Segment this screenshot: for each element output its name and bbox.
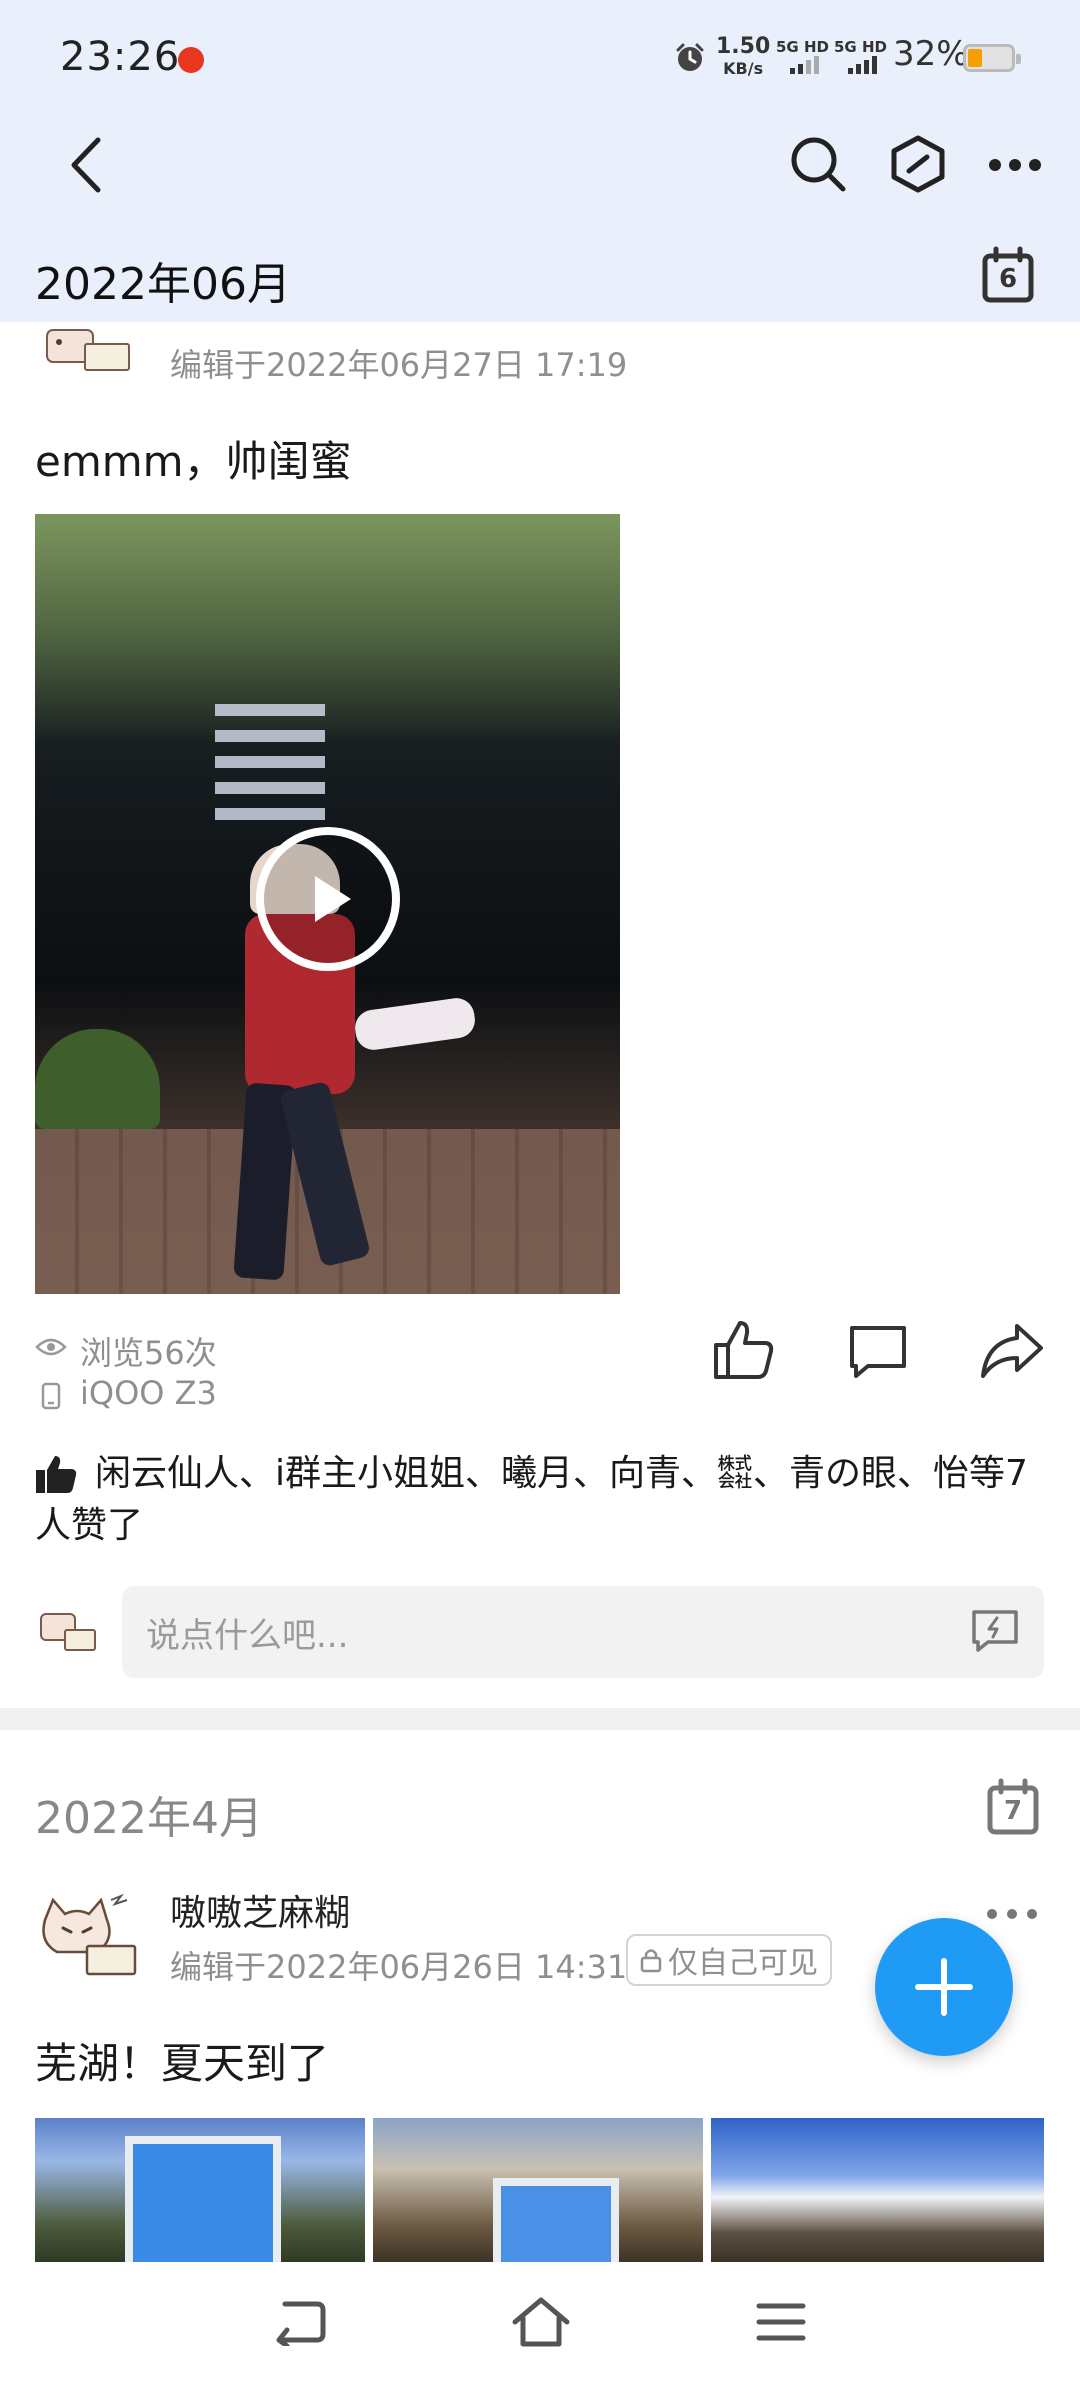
sim1-signal: 5G HD: [776, 38, 829, 78]
notification-icon: [178, 47, 204, 73]
section-calendar-button[interactable]: 7: [985, 1778, 1041, 1836]
search-icon: [791, 137, 846, 192]
section-month-title: 2022年4月: [35, 1793, 263, 1844]
return-icon: [276, 2301, 326, 2346]
menu-icon: [756, 2303, 806, 2341]
net-speed: 1.50 KB/s: [716, 36, 770, 80]
add-post-button[interactable]: [875, 1918, 1013, 2056]
comment-button[interactable]: [842, 1318, 914, 1384]
nav-back-button[interactable]: [266, 2292, 336, 2352]
post-edited-time: 编辑于2022年06月26日 14:31: [170, 1948, 628, 1986]
tree-foliage: [35, 514, 620, 744]
share-button[interactable]: [976, 1316, 1048, 1386]
photo-frame: [493, 2178, 619, 2262]
comment-placeholder: 说点什么吧...: [146, 1616, 349, 1656]
battery-icon: [963, 44, 1021, 72]
signal-bars-icon: [848, 56, 877, 74]
avatar[interactable]: [37, 322, 141, 374]
video-thumbnail[interactable]: [35, 514, 620, 1294]
net-speed-unit: KB/s: [723, 59, 764, 78]
photo-thumbnail[interactable]: [711, 2118, 1044, 2262]
building-windows: [215, 704, 325, 824]
play-icon[interactable]: [253, 824, 403, 974]
photo-thumbnail[interactable]: [35, 2118, 365, 2262]
quick-comment-icon[interactable]: [970, 1608, 1020, 1654]
phone-icon: [41, 1382, 61, 1410]
share-icon: [981, 1324, 1043, 1378]
signal-bars-icon: [790, 56, 819, 74]
photo-thumbnail[interactable]: [373, 2118, 703, 2262]
alarm-icon: [676, 43, 704, 71]
comment-icon: [850, 1326, 906, 1378]
post-text: emmm，帅闺蜜: [35, 437, 352, 486]
like-button[interactable]: [708, 1314, 780, 1386]
back-button[interactable]: [54, 130, 118, 200]
cat-avatar-icon: [46, 329, 130, 371]
battery-percent: 32%: [893, 34, 969, 74]
eye-icon: [35, 1338, 67, 1356]
hexagon-button[interactable]: [884, 130, 952, 198]
privacy-label: 仅自己可见: [668, 1946, 818, 1981]
calendar-day: 7: [1003, 1796, 1023, 1826]
sim2-signal: 5G HD: [834, 38, 887, 78]
more-button[interactable]: [982, 140, 1048, 190]
person-arm: [352, 995, 478, 1053]
sim2-label: 5G HD: [834, 38, 887, 56]
net-speed-value: 1.50: [716, 34, 771, 59]
photo-frame: [125, 2136, 281, 2262]
lock-icon: [640, 1949, 662, 1973]
hedge: [35, 1029, 160, 1129]
post-edited-time: 编辑于2022年06月27日 17:19: [170, 346, 628, 384]
sim1-label: 5G HD: [776, 38, 829, 56]
status-time: 23:26: [60, 34, 181, 80]
more-horizontal-icon: [987, 1909, 1037, 1919]
chevron-left-icon: [71, 137, 101, 193]
plus-icon: [915, 1958, 973, 2016]
likes-list[interactable]: 闲云仙人、i群主小姐姐、曦月、向青、㍿、青の眼、怡等7人赞了: [35, 1448, 1045, 1552]
more-horizontal-icon: [989, 159, 1041, 171]
view-count: 浏览56次: [80, 1334, 217, 1372]
cat-avatar-icon: [42, 1893, 137, 1976]
post-text: 芜湖！夏天到了: [35, 2039, 330, 2088]
nav-home-button[interactable]: [506, 2290, 576, 2354]
section-divider: [0, 1708, 1080, 1730]
post-author[interactable]: 嗷嗷芝麻糊: [170, 1884, 350, 1936]
calendar-button[interactable]: 6: [980, 246, 1036, 304]
post-more-button[interactable]: [982, 1896, 1042, 1932]
device-name: iQOO Z3: [80, 1374, 217, 1412]
search-button[interactable]: [784, 130, 852, 198]
home-icon: [512, 2297, 570, 2347]
hexagon-icon: [891, 135, 945, 193]
calendar-day: 6: [998, 264, 1018, 294]
thumbs-up-icon: [714, 1321, 774, 1379]
system-navigation-bar: [0, 2262, 1080, 2388]
comment-input[interactable]: 说点什么吧...: [122, 1586, 1044, 1678]
privacy-badge: 仅自己可见: [626, 1934, 832, 1986]
nav-menu-button[interactable]: [746, 2292, 816, 2352]
sticky-month-title: 2022年06月: [35, 259, 291, 310]
cat-avatar-icon: [40, 1613, 96, 1651]
avatar[interactable]: [37, 1890, 141, 1980]
my-avatar: [37, 1600, 99, 1662]
